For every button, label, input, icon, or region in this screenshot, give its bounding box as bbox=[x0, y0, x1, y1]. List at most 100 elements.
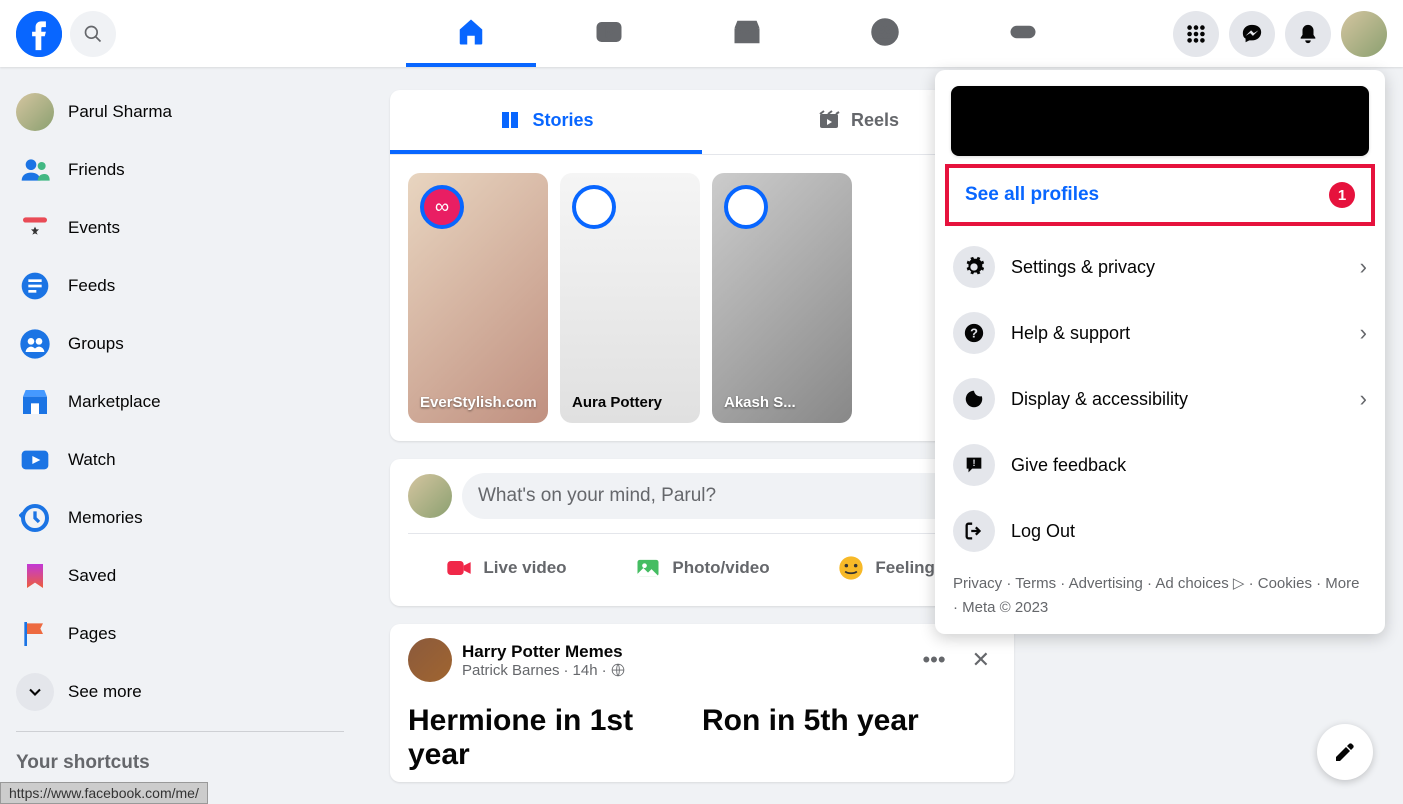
post-byline-name[interactable]: Patrick Barnes bbox=[462, 662, 560, 679]
menu-label: Display & accessibility bbox=[1011, 389, 1344, 410]
globe-icon bbox=[611, 663, 625, 677]
menu-icon[interactable] bbox=[1173, 11, 1219, 57]
sidebar-label: Events bbox=[68, 218, 120, 238]
tab-label: Stories bbox=[532, 110, 593, 131]
account-menu: See all profiles 1 Settings & privacy › … bbox=[935, 70, 1385, 634]
feeds-icon bbox=[16, 267, 54, 305]
stories-row: ∞ EverStylish.com Aura Pottery Akash S..… bbox=[390, 155, 1014, 441]
svg-text:!: ! bbox=[972, 458, 975, 468]
nav-gaming[interactable] bbox=[958, 0, 1088, 67]
menu-label: Help & support bbox=[1011, 323, 1344, 344]
header-right bbox=[1127, 11, 1387, 57]
menu-settings-privacy[interactable]: Settings & privacy › bbox=[945, 234, 1375, 300]
menu-label: Log Out bbox=[1011, 521, 1367, 542]
facebook-logo[interactable] bbox=[16, 11, 62, 57]
sidebar-label: Friends bbox=[68, 160, 125, 180]
post-text-right: Ron in 5th year bbox=[702, 704, 996, 772]
sidebar-events[interactable]: Events bbox=[8, 199, 352, 257]
header-left bbox=[16, 11, 366, 57]
post-close-icon[interactable]: ✕ bbox=[966, 641, 996, 679]
story-label: EverStylish.com bbox=[420, 394, 536, 411]
see-all-profiles[interactable]: See all profiles 1 bbox=[945, 164, 1375, 226]
sidebar-label: See more bbox=[68, 682, 142, 702]
status-bar: https://www.facebook.com/me/ bbox=[0, 782, 208, 804]
composer-input[interactable]: What's on your mind, Parul? bbox=[462, 473, 996, 519]
chevron-right-icon: › bbox=[1360, 386, 1367, 412]
sidebar-friends[interactable]: Friends bbox=[8, 141, 352, 199]
footer-cookies[interactable]: Cookies bbox=[1258, 575, 1312, 592]
stories-tabs: Stories Reels bbox=[390, 90, 1014, 155]
watch-icon bbox=[16, 441, 54, 479]
sidebar-feeds[interactable]: Feeds bbox=[8, 257, 352, 315]
notifications-icon[interactable] bbox=[1285, 11, 1331, 57]
messenger-icon[interactable] bbox=[1229, 11, 1275, 57]
main-feed: Stories Reels ∞ EverStylish.com Aura Pot… bbox=[390, 90, 1014, 782]
svg-text:?: ? bbox=[970, 326, 978, 341]
menu-label: Give feedback bbox=[1011, 455, 1367, 476]
story-card[interactable]: ∞ EverStylish.com bbox=[408, 173, 548, 423]
sidebar-profile[interactable]: Parul Sharma bbox=[8, 83, 352, 141]
menu-log-out[interactable]: Log Out bbox=[945, 498, 1375, 564]
edit-fab[interactable] bbox=[1317, 724, 1373, 780]
avatar[interactable] bbox=[408, 474, 452, 518]
tab-stories[interactable]: Stories bbox=[390, 90, 702, 154]
sidebar-label: Groups bbox=[68, 334, 124, 354]
sidebar-label: Pages bbox=[68, 624, 116, 644]
footer-meta: Meta © 2023 bbox=[962, 599, 1048, 616]
post-card: Harry Potter Memes Patrick Barnes · 14h … bbox=[390, 624, 1014, 782]
story-card[interactable]: Akash S... bbox=[712, 173, 852, 423]
post-header: Harry Potter Memes Patrick Barnes · 14h … bbox=[390, 638, 1014, 694]
footer-links: Privacy · Terms · Advertising · Ad choic… bbox=[945, 564, 1375, 624]
left-sidebar: Parul Sharma Friends Events Feeds Groups… bbox=[0, 67, 360, 800]
groups-icon bbox=[16, 325, 54, 363]
sidebar-pages[interactable]: Pages bbox=[8, 605, 352, 663]
avatar bbox=[16, 93, 54, 131]
nav-home[interactable] bbox=[406, 0, 536, 67]
footer-ad-choices[interactable]: Ad choices bbox=[1155, 575, 1228, 592]
sidebar-memories[interactable]: Memories bbox=[8, 489, 352, 547]
story-avatar bbox=[724, 185, 768, 229]
menu-help-support[interactable]: ? Help & support › bbox=[945, 300, 1375, 366]
composer-top: What's on your mind, Parul? bbox=[408, 473, 996, 534]
post-avatar[interactable] bbox=[408, 638, 452, 682]
composer-actions: Live video Photo/video Feeling/ac bbox=[408, 534, 996, 592]
account-avatar[interactable] bbox=[1341, 11, 1387, 57]
composer-live-video[interactable]: Live video bbox=[408, 544, 604, 592]
memories-icon bbox=[16, 499, 54, 537]
nav-marketplace[interactable] bbox=[682, 0, 812, 67]
header bbox=[0, 0, 1403, 67]
shortcuts-heading: Your shortcuts bbox=[8, 742, 352, 784]
search-button[interactable] bbox=[70, 11, 116, 57]
story-card[interactable]: Aura Pottery bbox=[560, 173, 700, 423]
post-top-actions: ••• ✕ bbox=[916, 641, 996, 679]
composer-photo-video[interactable]: Photo/video bbox=[604, 544, 800, 592]
sidebar-label: Watch bbox=[68, 450, 116, 470]
profiles-badge: 1 bbox=[1329, 182, 1355, 208]
post-author[interactable]: Harry Potter Memes bbox=[462, 642, 906, 662]
sidebar-see-more[interactable]: See more bbox=[8, 663, 352, 721]
post-time: 14h bbox=[573, 662, 598, 679]
pages-icon bbox=[16, 615, 54, 653]
menu-display-accessibility[interactable]: Display & accessibility › bbox=[945, 366, 1375, 432]
feedback-icon: ! bbox=[953, 444, 995, 486]
friends-icon bbox=[16, 151, 54, 189]
menu-give-feedback[interactable]: ! Give feedback bbox=[945, 432, 1375, 498]
sidebar-label: Saved bbox=[68, 566, 116, 586]
sidebar-watch[interactable]: Watch bbox=[8, 431, 352, 489]
story-label: Akash S... bbox=[724, 394, 840, 411]
profile-box-redacted[interactable] bbox=[951, 86, 1369, 156]
sidebar-marketplace[interactable]: Marketplace bbox=[8, 373, 352, 431]
events-icon bbox=[16, 209, 54, 247]
sidebar-username: Parul Sharma bbox=[68, 102, 172, 122]
footer-more[interactable]: More bbox=[1325, 575, 1359, 592]
nav-groups[interactable] bbox=[820, 0, 950, 67]
footer-privacy[interactable]: Privacy bbox=[953, 575, 1002, 592]
sidebar-saved[interactable]: Saved bbox=[8, 547, 352, 605]
see-profiles-label: See all profiles bbox=[965, 184, 1099, 206]
post-more-icon[interactable]: ••• bbox=[916, 641, 951, 679]
footer-advertising[interactable]: Advertising bbox=[1069, 575, 1143, 592]
footer-terms[interactable]: Terms bbox=[1015, 575, 1056, 592]
sidebar-groups[interactable]: Groups bbox=[8, 315, 352, 373]
story-avatar: ∞ bbox=[420, 185, 464, 229]
nav-watch[interactable] bbox=[544, 0, 674, 67]
